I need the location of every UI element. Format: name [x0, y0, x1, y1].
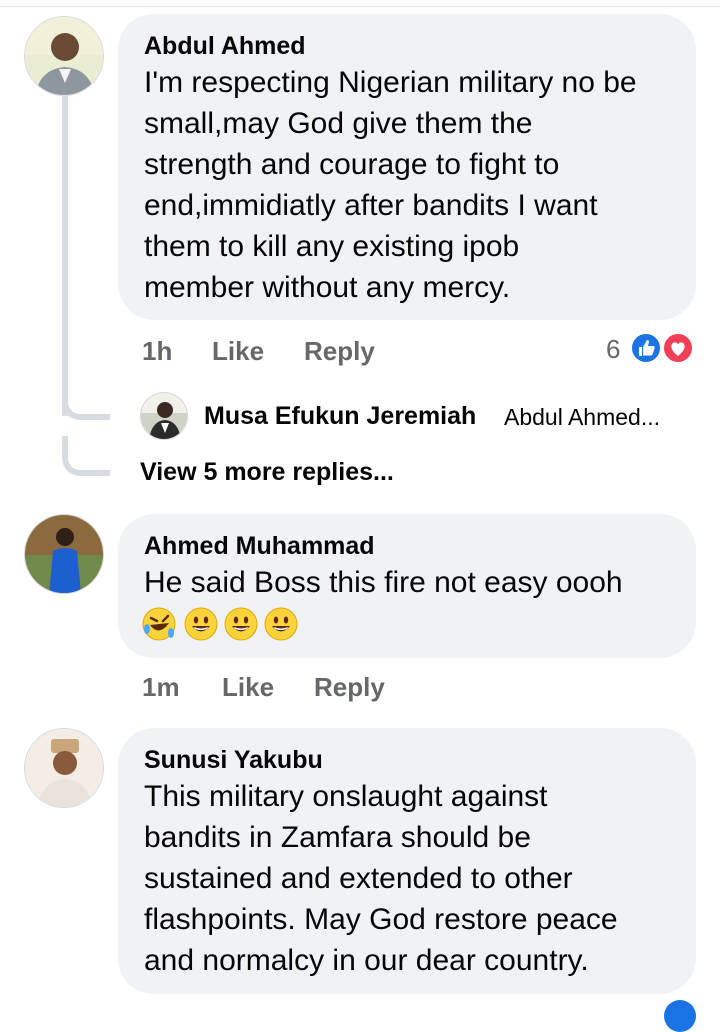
avatar-sunusi-yakubu[interactable]: [24, 728, 104, 808]
comment-text-line: end,immidiatly after bandits I want: [144, 189, 598, 222]
comment-bubble-ahmed-muhammad[interactable]: Ahmed Muhammad He said Boss this fire no…: [118, 514, 696, 658]
comment-text-line: He said Boss this fire not easy oooh: [144, 566, 623, 599]
avatar-ahmed-muhammad[interactable]: [24, 514, 104, 594]
comment-author[interactable]: Ahmed Muhammad: [144, 530, 670, 562]
comment-text-line: This military onslaught against: [144, 780, 548, 813]
comment-bubble-abdul-ahmed[interactable]: Abdul Ahmed I'm respecting Nigerian mili…: [118, 14, 696, 320]
grinning-emoji: [184, 607, 218, 641]
reply-author[interactable]: Musa Efukun Jeremiah: [204, 402, 476, 431]
reply-button[interactable]: Reply: [304, 336, 375, 367]
comment-text-line: member without any mercy.: [144, 271, 511, 304]
like-icon: [664, 1000, 696, 1032]
timestamp[interactable]: 1h: [142, 336, 172, 367]
comment-author[interactable]: Abdul Ahmed: [144, 30, 670, 62]
comment-text-line: strength and courage to fight to: [144, 148, 560, 181]
comment-text-line: sustained and extended to other: [144, 862, 573, 895]
like-button[interactable]: Like: [222, 672, 274, 703]
grinning-emoji: [224, 607, 258, 641]
comment-bubble-sunusi-yakubu[interactable]: Sunusi Yakubu This military onslaught ag…: [118, 728, 696, 994]
comment-text-line: I'm respecting Nigerian military no be: [144, 66, 637, 99]
avatar-musa-efukun-jeremiah[interactable]: [140, 392, 188, 440]
thread-line: [62, 96, 68, 416]
avatar-abdul-ahmed[interactable]: [24, 16, 104, 96]
emoji-row: [142, 603, 670, 645]
thread-branch-reply: [62, 380, 110, 420]
comment-author[interactable]: Sunusi Yakubu: [144, 744, 670, 776]
view-more-replies-link[interactable]: View 5 more replies...: [140, 458, 394, 487]
reaction-summary[interactable]: 6: [606, 330, 698, 366]
top-divider: [0, 0, 720, 7]
comment-text-line: bandits in Zamfara should be: [144, 821, 531, 854]
timestamp[interactable]: 1m: [142, 672, 180, 703]
comment-text-line: small,may God give them the: [144, 107, 533, 140]
comment-text-line: and normalcy in our dear country.: [144, 944, 589, 977]
comment-actions: 1m Like Reply: [142, 672, 542, 704]
reaction-count: 6: [606, 334, 621, 364]
like-icon: [630, 332, 662, 364]
reply-snippet[interactable]: Abdul Ahmed...: [504, 404, 660, 431]
rolling-laughing-emoji: [142, 607, 176, 641]
love-icon: [662, 332, 694, 364]
comment-text-line: flashpoints. May God restore peace: [144, 903, 618, 936]
like-button[interactable]: Like: [212, 336, 264, 367]
thread-branch-view-more: [62, 436, 110, 476]
comment-text-line: them to kill any existing ipob: [144, 230, 520, 263]
reply-button[interactable]: Reply: [314, 672, 385, 703]
grinning-emoji: [264, 607, 298, 641]
comment-actions: 1h Like Reply: [142, 336, 542, 368]
